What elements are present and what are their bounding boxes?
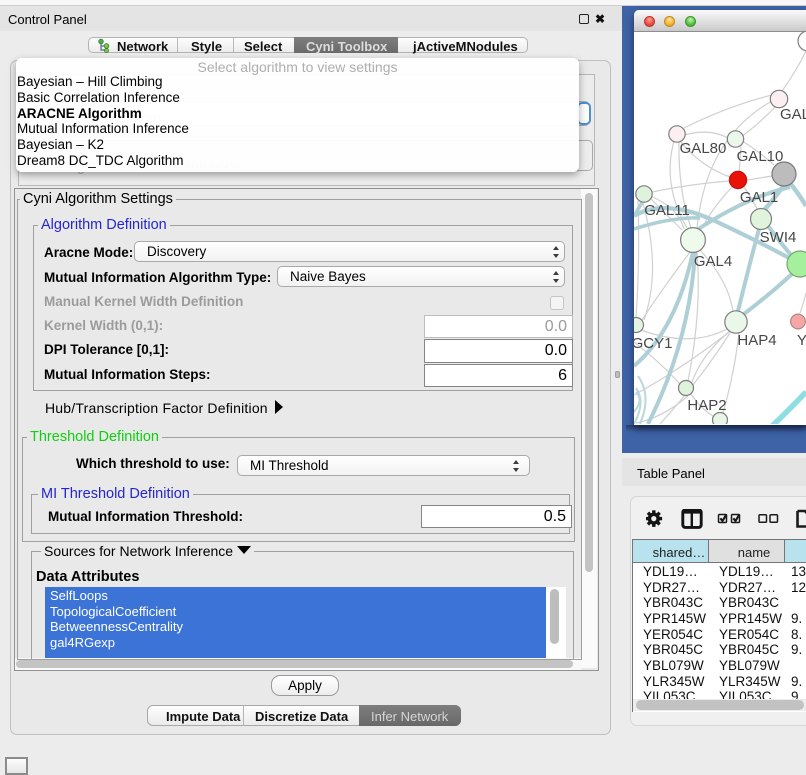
svg-text:GAL7: GAL7: [780, 106, 806, 123]
svg-text:GAL80: GAL80: [680, 140, 727, 157]
svg-text:HAP2: HAP2: [687, 397, 726, 414]
svg-text:GAL1: GAL1: [740, 189, 778, 206]
svg-text:SWI4: SWI4: [760, 229, 797, 246]
svg-text:GAL11: GAL11: [644, 202, 690, 219]
svg-text:GAL4: GAL4: [694, 253, 732, 270]
svg-text:Y: Y: [797, 332, 806, 349]
svg-text:GCY1: GCY1: [634, 335, 672, 352]
svg-text:HAP4: HAP4: [737, 332, 776, 349]
svg-text:GAL10: GAL10: [737, 148, 784, 165]
